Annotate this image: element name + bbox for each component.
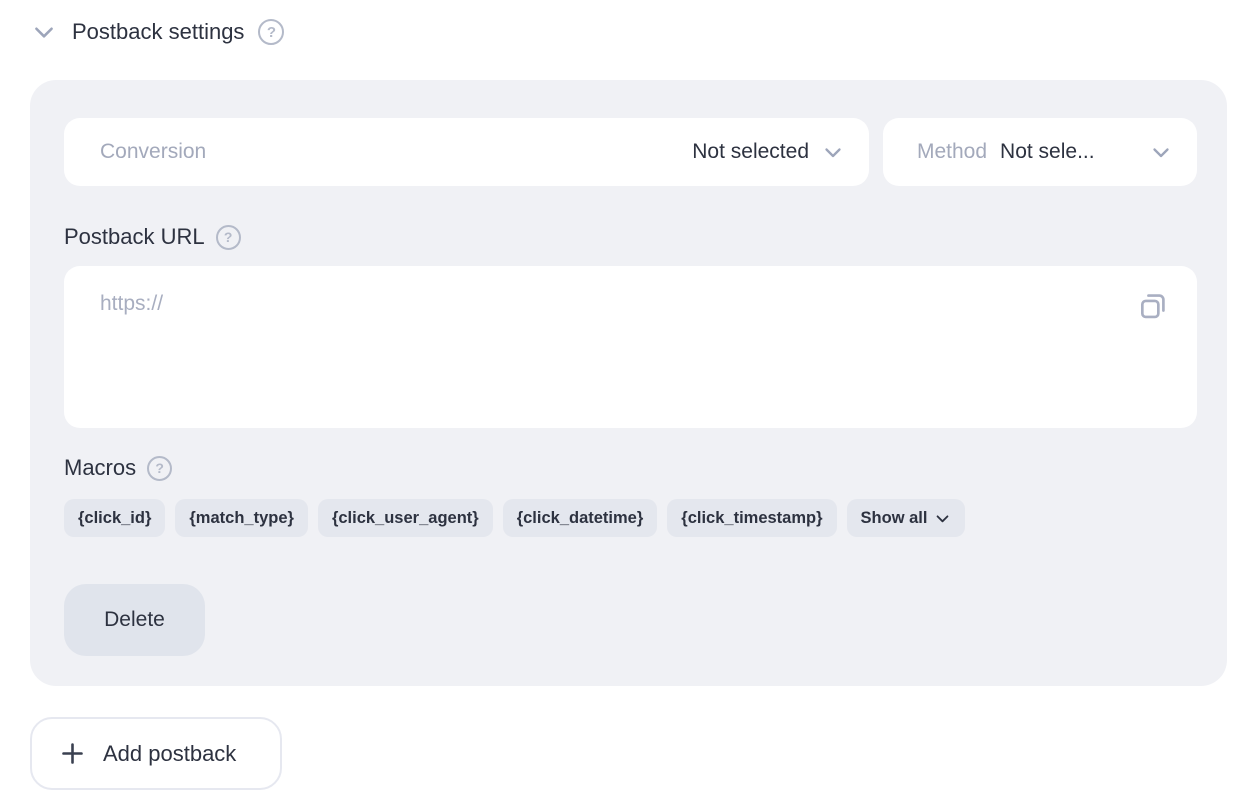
method-value: Not sele... <box>1000 140 1095 164</box>
postback-url-input[interactable] <box>64 266 1197 428</box>
method-label: Method <box>917 140 987 164</box>
chevron-down-icon <box>31 19 57 45</box>
show-all-label: Show all <box>861 509 928 528</box>
plus-icon <box>59 740 86 767</box>
macros-chip-list: {click_id} {match_type} {click_user_agent}… <box>64 499 1197 537</box>
show-all-button[interactable]: Show all <box>847 499 966 537</box>
postback-settings-header: Postback settings ? <box>30 18 1257 46</box>
macro-chip[interactable]: {click_id} <box>64 499 165 537</box>
method-select[interactable]: Method Not sele... <box>883 118 1197 186</box>
help-icon[interactable]: ? <box>258 19 284 45</box>
add-postback-button[interactable]: Add postback <box>30 717 282 790</box>
copy-icon <box>1137 290 1169 322</box>
macro-chip[interactable]: {click_datetime} <box>503 499 658 537</box>
help-icon[interactable]: ? <box>147 456 172 481</box>
chevron-down-icon <box>821 140 845 164</box>
postback-card: Conversion Not selected Method Not sele.… <box>30 80 1227 686</box>
conversion-value: Not selected <box>692 140 809 164</box>
chevron-down-icon <box>1149 140 1173 164</box>
conversion-select[interactable]: Conversion Not selected <box>64 118 869 186</box>
selects-row: Conversion Not selected Method Not sele.… <box>64 118 1197 186</box>
collapse-section-button[interactable] <box>30 18 58 46</box>
copy-button[interactable] <box>1135 288 1171 324</box>
help-icon[interactable]: ? <box>216 225 241 250</box>
macro-chip[interactable]: {match_type} <box>175 499 308 537</box>
macro-chip[interactable]: {click_user_agent} <box>318 499 493 537</box>
chevron-down-icon <box>934 510 951 527</box>
macros-label: Macros <box>64 455 136 481</box>
add-postback-label: Add postback <box>103 741 236 767</box>
macro-chip[interactable]: {click_timestamp} <box>667 499 836 537</box>
conversion-label: Conversion <box>100 140 206 164</box>
delete-button[interactable]: Delete <box>64 584 205 656</box>
postback-url-field-wrap <box>64 266 1197 433</box>
page-title: Postback settings <box>72 19 244 45</box>
macros-label-row: Macros ? <box>64 453 1197 483</box>
postback-url-label: Postback URL <box>64 224 205 250</box>
postback-url-label-row: Postback URL ? <box>64 222 1197 252</box>
